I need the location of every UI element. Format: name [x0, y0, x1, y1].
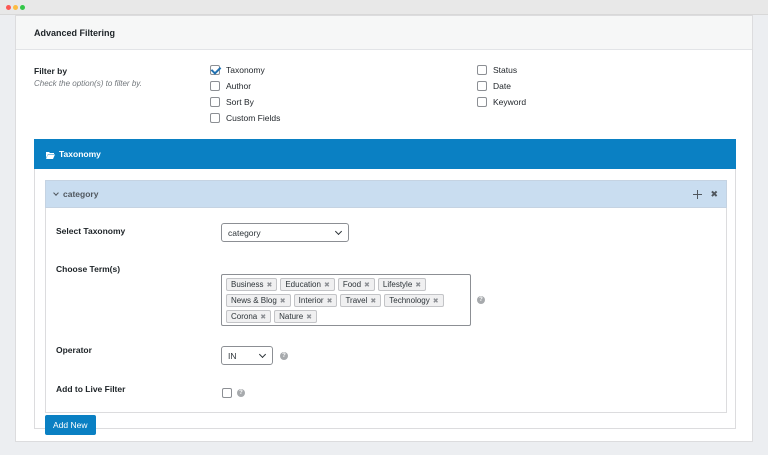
- folder-open-icon: [46, 151, 55, 159]
- remove-term-icon[interactable]: ✖: [324, 281, 330, 289]
- live-filter-label: Add to Live Filter: [56, 384, 126, 394]
- remove-term-icon[interactable]: ✖: [364, 281, 370, 289]
- remove-term-icon[interactable]: ✖: [433, 297, 439, 305]
- term-tag: Technology ✖: [384, 294, 444, 307]
- help-icon[interactable]: ?: [237, 389, 245, 397]
- option-sort-by[interactable]: Sort By: [210, 97, 254, 107]
- category-item-title: category: [63, 189, 99, 199]
- window-titlebar: [0, 0, 768, 15]
- term-tag: Interior ✖: [293, 294, 338, 307]
- select-taxonomy-label: Select Taxonomy: [56, 226, 126, 236]
- option-author[interactable]: Author: [210, 81, 251, 91]
- remove-term-icon[interactable]: ✖: [260, 313, 266, 321]
- remove-term-icon[interactable]: ✖: [266, 281, 272, 289]
- term-tag: Corona ✖: [226, 310, 272, 323]
- live-filter-checkbox[interactable]: [222, 388, 232, 398]
- category-item-body: Select Taxonomy category Choose Term(s) …: [45, 208, 727, 413]
- remove-term-icon[interactable]: ✖: [370, 297, 376, 305]
- taxonomy-select-value: category: [228, 227, 261, 238]
- status-checkbox[interactable]: [477, 65, 487, 75]
- author-checkbox[interactable]: [210, 81, 220, 91]
- term-tag: Lifestyle ✖: [377, 278, 427, 291]
- close-icon[interactable]: ✖: [710, 190, 718, 199]
- option-label: Custom Fields: [226, 113, 281, 123]
- remove-term-icon[interactable]: ✖: [415, 281, 421, 289]
- option-label: Taxonomy: [226, 65, 265, 75]
- option-status[interactable]: Status: [477, 65, 517, 75]
- taxonomy-section-title: Taxonomy: [59, 149, 101, 159]
- filter-by-description: Check the option(s) to filter by.: [34, 79, 142, 88]
- keyword-checkbox[interactable]: [477, 97, 487, 107]
- term-tag: Travel ✖: [340, 294, 382, 307]
- chevron-down-icon: [258, 350, 267, 359]
- term-tag: Nature ✖: [274, 310, 318, 323]
- operator-select[interactable]: IN: [221, 346, 273, 365]
- terms-multiselect[interactable]: Business ✖ Education ✖ Food ✖ Lifestyle ✖ Ne…: [221, 274, 471, 326]
- option-date[interactable]: Date: [477, 81, 511, 91]
- option-label: Author: [226, 81, 252, 91]
- option-keyword[interactable]: Keyword: [477, 97, 526, 107]
- option-label: Keyword: [493, 97, 527, 107]
- remove-term-icon[interactable]: ✖: [280, 297, 286, 305]
- taxonomy-select[interactable]: category: [221, 223, 349, 242]
- option-label: Sort By: [226, 97, 254, 107]
- filter-by-label: Filter by: [34, 66, 68, 76]
- help-icon[interactable]: ?: [280, 352, 288, 360]
- option-label: Date: [493, 81, 511, 91]
- advanced-filtering-panel: Advanced Filtering Filter by Check the o…: [15, 15, 753, 442]
- term-tag: News & Blog ✖: [226, 294, 291, 307]
- taxonomy-checkbox[interactable]: [210, 65, 220, 75]
- close-window-dot[interactable]: [6, 5, 11, 10]
- operator-label: Operator: [56, 345, 92, 355]
- taxonomy-section-header[interactable]: Taxonomy: [34, 139, 736, 169]
- remove-term-icon[interactable]: ✖: [306, 313, 312, 321]
- maximize-window-dot[interactable]: [20, 5, 25, 10]
- taxonomy-section-body: category ✖ Select Taxonomy category Choo…: [34, 169, 736, 435]
- custom-fields-checkbox[interactable]: [210, 113, 220, 123]
- date-checkbox[interactable]: [477, 81, 487, 91]
- minimize-window-dot[interactable]: [13, 5, 18, 10]
- add-new-button[interactable]: Add New: [45, 415, 96, 435]
- option-label: Status: [493, 65, 518, 75]
- operator-select-value: IN: [228, 350, 237, 361]
- move-icon[interactable]: [693, 190, 703, 199]
- choose-terms-label: Choose Term(s): [56, 264, 121, 274]
- sort-by-checkbox[interactable]: [210, 97, 220, 107]
- term-tag: Food ✖: [337, 278, 375, 291]
- term-tag: Education ✖: [280, 278, 335, 291]
- option-taxonomy[interactable]: Taxonomy: [210, 65, 265, 75]
- chevron-down-icon: [334, 227, 343, 236]
- remove-term-icon[interactable]: ✖: [327, 297, 333, 305]
- panel-title: Advanced Filtering: [16, 16, 752, 50]
- term-tag: Business ✖: [226, 278, 278, 291]
- chevron-down-icon[interactable]: [53, 189, 59, 196]
- category-item-header[interactable]: category ✖: [45, 180, 727, 208]
- option-custom-fields[interactable]: Custom Fields: [210, 113, 280, 123]
- help-icon[interactable]: ?: [477, 296, 485, 304]
